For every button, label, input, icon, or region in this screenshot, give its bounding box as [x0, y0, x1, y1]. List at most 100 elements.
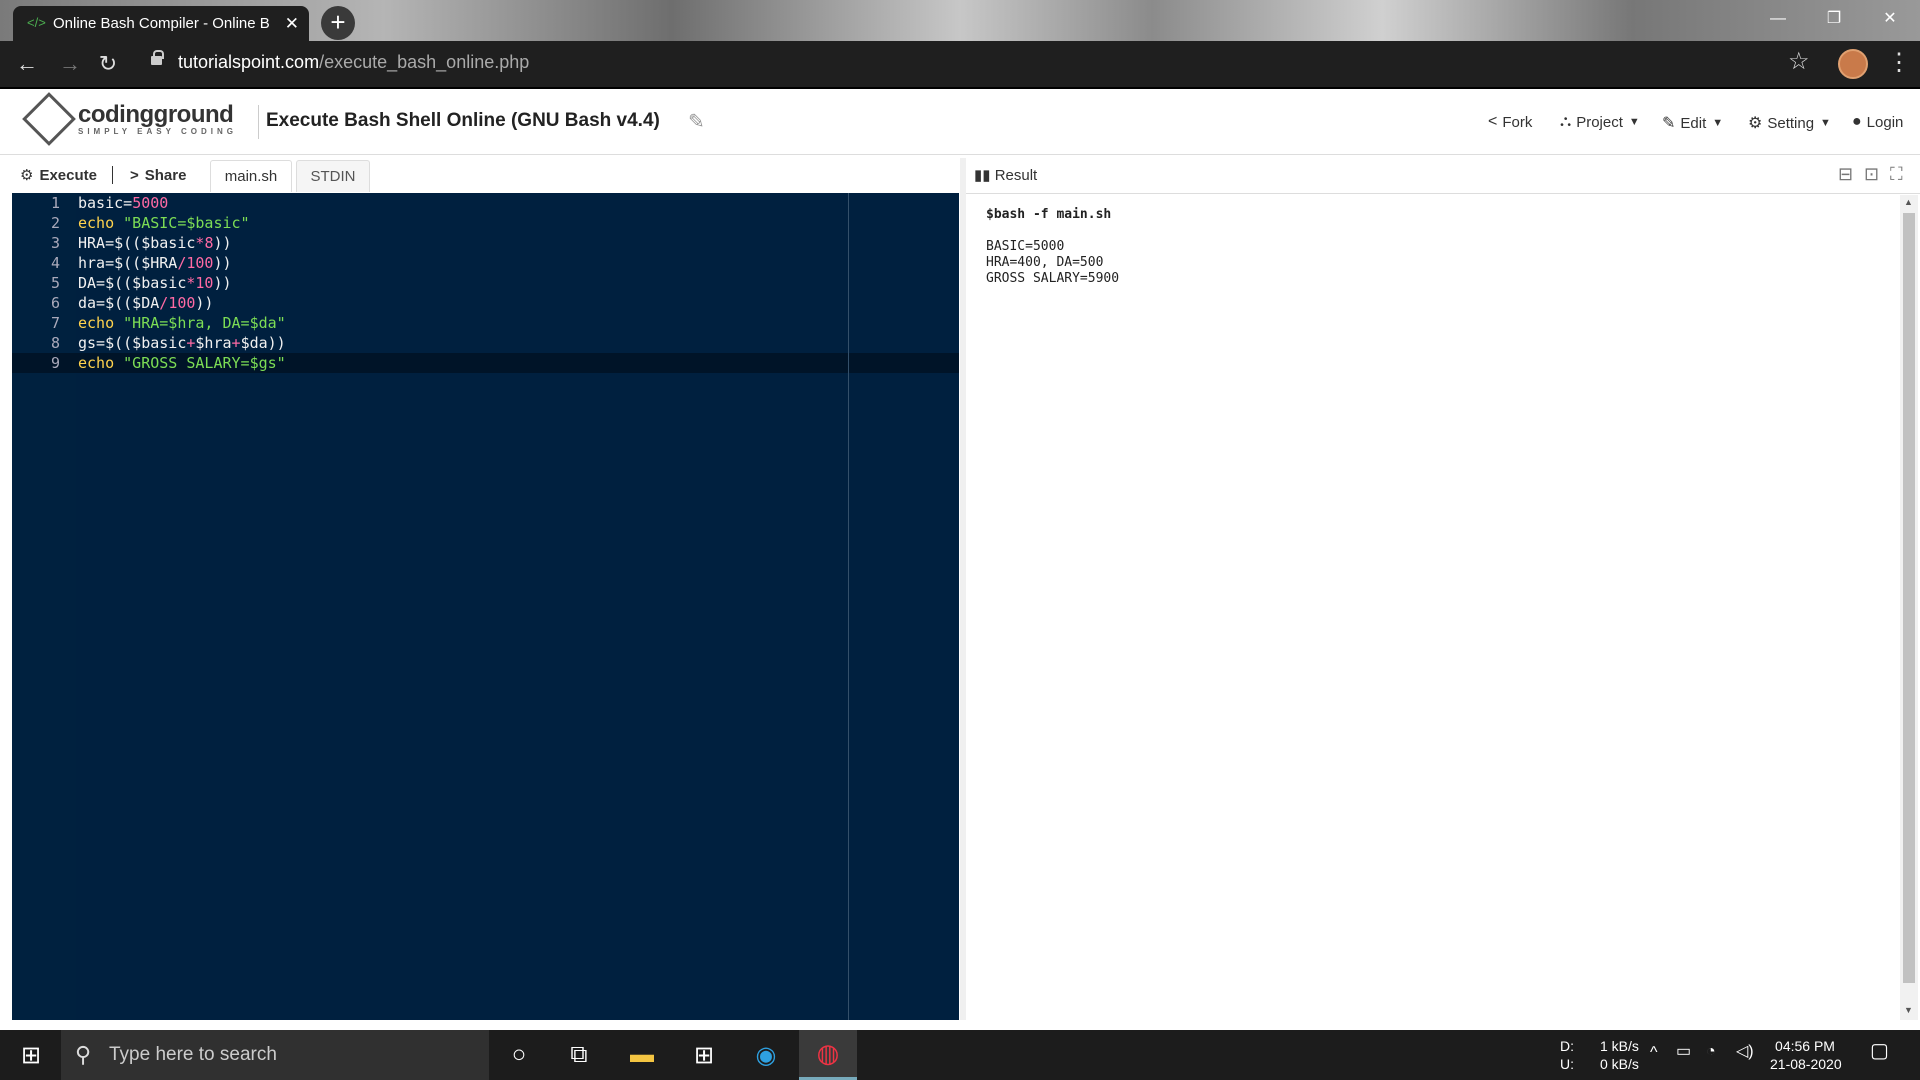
result-line: BASIC=5000	[986, 239, 1065, 254]
result-scrollbar[interactable]: ▲ ▼	[1900, 195, 1918, 1020]
scroll-down-icon[interactable]: ▼	[1904, 1005, 1913, 1015]
clock-date: 21-08-2020	[1770, 1056, 1842, 1072]
setting-label: Setting	[1767, 114, 1815, 132]
caret-down-icon: ▼	[1712, 117, 1724, 129]
code-line[interactable]: echo "BASIC=$basic"	[78, 213, 250, 233]
browser-menu-icon[interactable]: ⋮	[1887, 48, 1911, 77]
scroll-up-icon[interactable]: ▲	[1904, 197, 1913, 207]
share-button[interactable]: > Share	[122, 158, 194, 192]
line-number: 5	[50, 274, 60, 292]
fork-menu[interactable]: < Fork	[1488, 113, 1532, 131]
net-up-label: U:	[1560, 1056, 1574, 1072]
tray-chevron-icon[interactable]: ^	[1650, 1044, 1658, 1062]
network-speed: D: U:	[1560, 1037, 1574, 1073]
setting-menu[interactable]: ⚙ Setting ▼	[1748, 113, 1831, 133]
profile-avatar[interactable]	[1838, 49, 1868, 79]
edit-label: Edit	[1680, 114, 1707, 132]
notifications-icon[interactable]: ▢	[1870, 1041, 1889, 1061]
code-line[interactable]: hra=$(($HRA/100))	[78, 253, 232, 273]
sitemap-icon: ⛬	[1560, 113, 1572, 130]
taskbar-search[interactable]: ⚲ Type here to search	[61, 1030, 489, 1080]
close-window-icon[interactable]: ✕	[1862, 0, 1918, 38]
result-output: $bash -f main.sh BASIC=5000 HRA=400, DA=…	[966, 195, 1900, 1020]
tab-stdin-label: STDIN	[310, 168, 356, 185]
code-line[interactable]: gs=$(($basic+$hra+$da))	[78, 333, 286, 353]
url-field[interactable]: tutorialspoint.com/execute_bash_online.p…	[178, 52, 529, 73]
editor-toolbar: ⚙ Execute > Share main.sh STDIN	[12, 158, 959, 192]
app-header: codingground SIMPLY EASY CODING Execute …	[0, 91, 1920, 155]
bookmark-star-icon[interactable]: ☆	[1788, 47, 1810, 76]
tab-main-label: main.sh	[224, 168, 278, 185]
project-label: Project	[1576, 113, 1623, 131]
battery-icon[interactable]: ▭	[1676, 1043, 1691, 1061]
logo-tagline: SIMPLY EASY CODING	[78, 126, 237, 136]
gear-icon: ⚙	[1748, 115, 1763, 132]
code-editor[interactable]: 1 2 3 4 5 6 7 8 9 basic=5000 echo "BASIC…	[12, 193, 959, 1020]
tab-title: Online Bash Compiler - Online B	[53, 15, 270, 32]
print-margin	[848, 193, 849, 1020]
code-line[interactable]: DA=$(($basic*10))	[78, 273, 232, 293]
page-title: Execute Bash Shell Online (GNU Bash v4.4…	[266, 110, 660, 131]
result-command: $bash -f main.sh	[986, 207, 1112, 222]
minimize-icon[interactable]: —	[1750, 0, 1806, 38]
network-speed-values: 1 kB/s 0 kB/s	[1600, 1037, 1639, 1073]
login-menu[interactable]: ● Login	[1852, 113, 1903, 131]
lock-icon	[151, 50, 164, 65]
clock[interactable]: 04:56 PM 21-08-2020	[1770, 1037, 1842, 1073]
result-toolbar: ▮▮ Result ⊟ ⊡ ⛶	[966, 158, 1920, 194]
url-path: /execute_bash_online.php	[319, 52, 530, 72]
edge-icon[interactable]: ◉	[737, 1030, 795, 1080]
compress-icon[interactable]: ⊟	[1838, 164, 1853, 185]
net-up-value: 0 kB/s	[1600, 1056, 1639, 1072]
tab-stdin[interactable]: STDIN	[296, 160, 370, 192]
chrome-icon[interactable]: ◍	[799, 1030, 857, 1080]
browser-titlebar: </> Online Bash Compiler - Online B ✕ + …	[0, 0, 1920, 41]
edit-title-icon[interactable]: ✎	[688, 109, 705, 134]
logo-mark-icon	[22, 92, 76, 146]
line-number: 1	[50, 194, 60, 212]
reload-icon[interactable]: ↻	[93, 51, 123, 77]
fullscreen-icon[interactable]: ⛶	[1890, 164, 1903, 185]
codingground-logo[interactable]: codingground SIMPLY EASY CODING	[22, 92, 237, 146]
result-title: ▮▮ Result	[974, 166, 1037, 184]
back-icon[interactable]: ←	[12, 51, 42, 77]
result-line: HRA=400, DA=500	[986, 255, 1104, 270]
scroll-thumb[interactable]	[1903, 213, 1915, 983]
file-explorer-icon[interactable]: ▬	[613, 1030, 671, 1080]
line-number: 2	[50, 214, 60, 232]
code-line[interactable]: basic=5000	[78, 193, 168, 213]
store-icon[interactable]: ⊞	[675, 1030, 733, 1080]
windows-taskbar: ⊞ ⚲ Type here to search ○ ⧉ ▬ ⊞ ◉ ◍ D: U…	[0, 1030, 1920, 1080]
code-line[interactable]: echo "HRA=$hra, DA=$da"	[78, 313, 286, 333]
url-domain: tutorialspoint.com	[178, 52, 320, 72]
line-number: 3	[50, 234, 60, 252]
restore-pane-icon[interactable]: ⊡	[1864, 164, 1879, 185]
result-label: Result	[994, 167, 1038, 184]
fork-icon: <	[1488, 113, 1498, 130]
wifi-icon[interactable]: ◔	[1706, 1043, 1716, 1061]
clock-time: 04:56 PM	[1775, 1038, 1835, 1054]
project-menu[interactable]: ⛬ Project ▼	[1560, 113, 1640, 131]
line-number: 9	[50, 354, 60, 372]
windows-start-icon[interactable]: ⊞	[2, 1030, 60, 1080]
restore-icon[interactable]: ❐	[1806, 0, 1862, 38]
code-line[interactable]: HRA=$(($basic*8))	[78, 233, 232, 253]
line-number: 7	[50, 314, 60, 332]
task-view-icon[interactable]: ⧉	[550, 1030, 608, 1080]
edit-menu[interactable]: ✎ Edit ▼	[1662, 113, 1723, 133]
code-line[interactable]: echo "GROSS SALARY=$gs"	[78, 353, 286, 373]
code-line[interactable]: da=$(($DA/100))	[78, 293, 213, 313]
terminal-icon: >	[130, 166, 139, 184]
execute-button[interactable]: ⚙ Execute	[12, 158, 105, 192]
search-placeholder: Type here to search	[109, 1044, 277, 1065]
line-number: 4	[50, 254, 60, 272]
tab-main-sh[interactable]: main.sh	[210, 160, 292, 192]
net-down-label: D:	[1560, 1038, 1574, 1054]
logo-text: codingground	[78, 100, 234, 128]
close-tab-icon[interactable]: ✕	[285, 14, 299, 34]
volume-icon[interactable]: ◁)	[1736, 1043, 1754, 1061]
new-tab-button[interactable]: +	[321, 6, 355, 40]
cortana-icon[interactable]: ○	[490, 1030, 548, 1080]
forward-icon[interactable]: →	[55, 51, 85, 77]
browser-tab-active[interactable]: </> Online Bash Compiler - Online B ✕	[13, 6, 309, 41]
